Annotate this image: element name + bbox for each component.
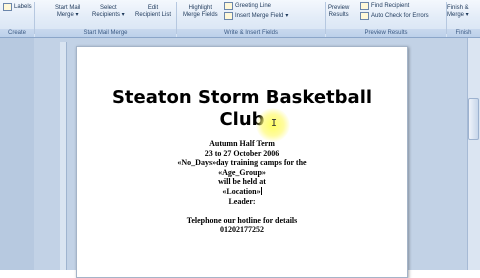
start-mail-merge-group-label: Start Mail Merge — [35, 29, 176, 37]
insert-merge-field-icon — [224, 12, 233, 20]
create-group-label: Create — [0, 29, 34, 37]
write-insert-group-label: Write & Insert Fields — [177, 29, 325, 37]
start-mail-merge-group: Start Mail Merge ▾ Select Recipients ▾ E… — [35, 0, 176, 37]
find-recipient-icon — [360, 2, 369, 10]
body-line: will be held at — [218, 177, 266, 187]
greeting-line-button[interactable]: Greeting Line — [224, 2, 271, 10]
select-recipients-label-2: Recipients — [92, 11, 121, 18]
location-field: «Location» — [222, 186, 261, 196]
ibeam-cursor-icon: I — [271, 118, 278, 129]
body-line: «No_Days»day training camps for the — [177, 158, 307, 168]
highlight-merge-fields-label-1: Highlight — [188, 5, 213, 11]
body-line: Leader: — [228, 196, 256, 206]
find-recipient-button[interactable]: Find Recipient — [360, 2, 409, 10]
document-page[interactable]: Steaton Storm Basketball Club Autumn Hal… — [76, 46, 408, 278]
document-body: Autumn Half Term 23 to 27 October 2006 «… — [77, 139, 407, 235]
find-recipient-label: Find Recipient — [371, 3, 410, 9]
edit-recipient-list-label-1: Edit — [147, 5, 159, 11]
left-margin-panel — [0, 38, 34, 270]
greeting-line-label: Greeting Line — [235, 3, 272, 9]
document-title: Steaton Storm Basketball Club — [77, 87, 407, 131]
vertical-scrollbar[interactable] — [467, 38, 480, 270]
vertical-ruler — [60, 42, 67, 270]
finish-group: Finish & Merge ▾ Finish — [447, 0, 480, 37]
body-line — [77, 206, 407, 216]
finish-merge-label-1: Finish & — [447, 5, 469, 11]
mailings-ribbon: Labels Create Start Mail Merge ▾ Select … — [0, 0, 480, 38]
preview-results-group-label: Preview Results — [326, 29, 446, 37]
select-recipients-button[interactable]: Select Recipients ▾ — [92, 5, 125, 18]
start-mail-merge-button[interactable]: Start Mail Merge ▾ — [55, 5, 80, 18]
chevron-down-icon: ▾ — [285, 13, 289, 19]
highlight-merge-fields-button[interactable]: Highlight Merge Fields — [183, 5, 218, 18]
auto-check-errors-label: Auto Check for Errors — [371, 13, 429, 19]
labels-icon — [3, 3, 12, 11]
highlight-merge-fields-label-2: Merge Fields — [183, 11, 218, 18]
labels-label: Labels — [14, 4, 32, 10]
finish-merge-button[interactable]: Finish & Merge ▾ — [447, 5, 469, 18]
body-line: Telephone our hotline for details — [186, 215, 298, 225]
body-line-location: «Location» — [77, 186, 407, 197]
body-line: 01202177252 — [220, 225, 264, 235]
scrollbar-thumb[interactable] — [468, 98, 479, 140]
create-group: Labels Create — [0, 0, 34, 37]
select-recipients-label-1: Select — [100, 5, 117, 11]
insert-merge-field-button[interactable]: Insert Merge Field ▾ — [224, 12, 288, 20]
insert-merge-field-label: Insert Merge Field — [235, 13, 284, 19]
write-insert-group: Highlight Merge Fields Greeting Line Ins… — [177, 0, 325, 37]
start-mail-merge-label-2: Merge — [56, 11, 74, 18]
greeting-line-icon — [224, 2, 233, 10]
edit-recipient-list-label-2: Recipient List — [135, 11, 172, 18]
preview-results-group: Preview Results Find Recipient Auto Chec… — [326, 0, 446, 37]
finish-merge-label-2: Merge — [447, 11, 465, 18]
preview-results-label-1: Preview — [328, 5, 350, 11]
title-line-1: Steaton Storm Basketball — [111, 87, 373, 108]
start-mail-merge-label-1: Start Mail — [55, 5, 81, 11]
auto-check-errors-button[interactable]: Auto Check for Errors — [360, 12, 429, 20]
preview-results-label-2: Results — [328, 11, 349, 18]
body-line: «Age_Group» — [218, 167, 266, 177]
body-line: 23 to 27 October 2006 — [204, 148, 280, 158]
finish-group-label: Finish — [447, 29, 480, 37]
text-caret — [260, 186, 262, 195]
body-line: Autumn Half Term — [209, 139, 275, 148]
edit-recipient-list-button[interactable]: Edit Recipient List — [135, 5, 171, 18]
auto-check-icon — [360, 12, 369, 20]
labels-button[interactable]: Labels — [3, 3, 32, 11]
preview-results-button[interactable]: Preview Results — [328, 5, 349, 18]
